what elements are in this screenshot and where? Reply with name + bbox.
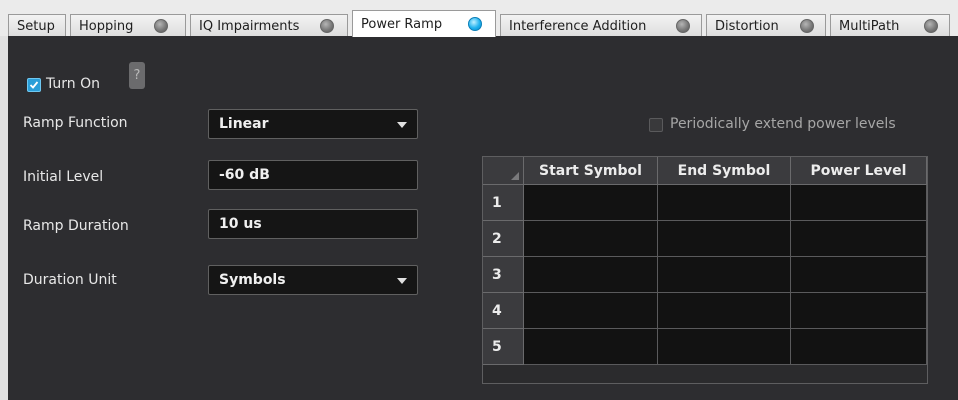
initial-level-input[interactable]: -60 dB [208, 160, 418, 190]
tab-label: Power Ramp [361, 16, 443, 32]
status-indicator-icon [924, 19, 938, 33]
table-cell[interactable] [658, 329, 791, 365]
status-indicator-icon [320, 19, 334, 33]
table-cell[interactable] [658, 257, 791, 293]
checkmark-icon [29, 81, 39, 89]
row-header[interactable]: 1 [483, 185, 524, 221]
row-header[interactable]: 3 [483, 257, 524, 293]
tab-strip: Setup Hopping IQ Impairments Power Ramp … [0, 0, 958, 37]
tab-label: Setup [17, 18, 55, 34]
column-header-label: Power Level [810, 162, 907, 179]
duration-unit-label: Duration Unit [23, 272, 117, 288]
table-footer-bar [483, 365, 927, 383]
turn-on-label[interactable]: Turn On [46, 76, 100, 92]
turn-on-checkbox[interactable] [27, 78, 41, 92]
chevron-down-icon [397, 278, 407, 284]
table-cell[interactable] [524, 185, 658, 221]
tab-label: MultiPath [839, 18, 900, 34]
ramp-duration-input[interactable]: 10 us [208, 209, 418, 239]
corner-triangle-icon [511, 172, 519, 180]
table-cell[interactable] [658, 221, 791, 257]
status-indicator-icon [676, 19, 690, 33]
table-cell[interactable] [524, 257, 658, 293]
row-header[interactable]: 2 [483, 221, 524, 257]
column-header-power-level[interactable]: Power Level [791, 157, 927, 185]
tab-label: Hopping [79, 18, 134, 34]
tab-setup[interactable]: Setup [8, 14, 66, 37]
status-indicator-icon [154, 19, 168, 33]
table-cell[interactable] [791, 293, 927, 329]
tab-power-ramp[interactable]: Power Ramp [352, 10, 496, 37]
tab-iq-impairments[interactable]: IQ Impairments [190, 14, 348, 37]
initial-level-value: -60 dB [219, 167, 270, 183]
ramp-duration-label: Ramp Duration [23, 218, 129, 234]
status-indicator-icon [468, 17, 482, 31]
chevron-down-icon [397, 122, 407, 128]
table-cell[interactable] [791, 329, 927, 365]
tab-label: Interference Addition [509, 18, 647, 34]
column-header-start-symbol[interactable]: Start Symbol [524, 157, 658, 185]
table-cell[interactable] [791, 185, 927, 221]
table-cell[interactable] [524, 221, 658, 257]
tab-hopping[interactable]: Hopping [70, 14, 186, 37]
table-cell[interactable] [791, 221, 927, 257]
tab-interference-addition[interactable]: Interference Addition [500, 14, 702, 37]
periodically-extend-checkbox[interactable] [649, 118, 663, 132]
tab-label: IQ Impairments [199, 18, 300, 34]
table-cell[interactable] [524, 329, 658, 365]
tab-label: Distortion [715, 18, 779, 34]
power-ramp-panel: Turn On ? Ramp Function Linear Initial L… [0, 36, 958, 400]
duration-unit-dropdown[interactable]: Symbols [208, 265, 418, 295]
row-header[interactable]: 5 [483, 329, 524, 365]
row-header[interactable]: 4 [483, 293, 524, 329]
column-header-label: Start Symbol [539, 162, 642, 179]
periodically-extend-label[interactable]: Periodically extend power levels [670, 116, 896, 132]
column-header-end-symbol[interactable]: End Symbol [658, 157, 791, 185]
table-select-all[interactable] [483, 157, 524, 185]
table-cell[interactable] [524, 293, 658, 329]
ramp-function-label: Ramp Function [23, 115, 128, 131]
tab-distortion[interactable]: Distortion [706, 14, 826, 37]
table-cell[interactable] [791, 257, 927, 293]
duration-unit-value: Symbols [219, 272, 286, 288]
ramp-duration-value: 10 us [219, 216, 262, 232]
tab-multipath[interactable]: MultiPath [830, 14, 950, 37]
help-button[interactable]: ? [129, 62, 145, 89]
ramp-function-dropdown[interactable]: Linear [208, 109, 418, 139]
initial-level-label: Initial Level [23, 169, 104, 185]
column-header-label: End Symbol [677, 162, 771, 179]
ramp-function-value: Linear [219, 116, 269, 132]
status-indicator-icon [800, 19, 814, 33]
table-cell[interactable] [658, 185, 791, 221]
power-levels-table[interactable]: Start Symbol End Symbol Power Level 1 2 … [482, 156, 928, 384]
table-cell[interactable] [658, 293, 791, 329]
